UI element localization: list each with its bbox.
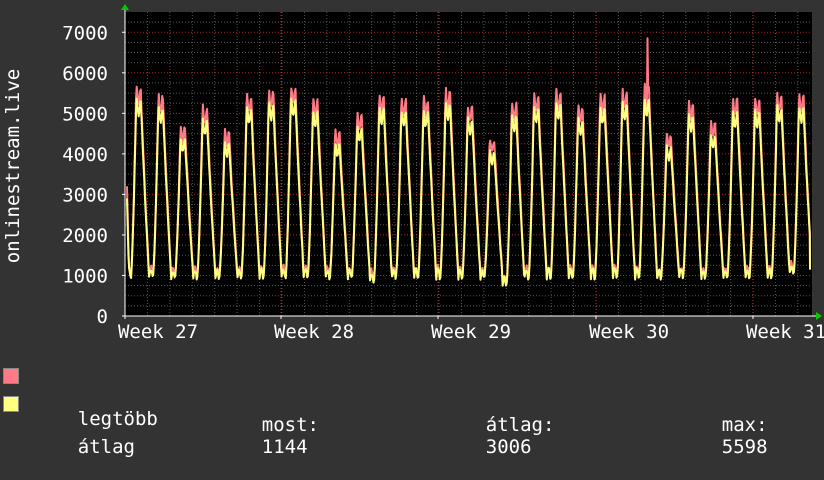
y-tick-label: 3000 [62,184,108,206]
y-tick-label: 6000 [62,63,108,85]
x-tick-label: Week 29 [431,321,511,343]
x-axis-arrow [816,312,822,320]
x-tick-label: Week 27 [118,321,198,343]
y-tick-label: 5000 [62,103,108,125]
y-tick-label: 1000 [62,265,108,287]
x-tick-label: Week 28 [274,321,354,343]
stat-max-value: 5598 [721,436,768,458]
y-axis-arrow [121,4,129,10]
y-tick-label: 7000 [62,22,108,44]
stat-now-value: 1144 [261,436,308,458]
y-tick-label: 2000 [62,225,108,247]
chart: 0 1000 2000 3000 4000 5000 6000 7000 Week 27 Week… [2,4,824,343]
legend-label-avg: átlag [77,436,135,458]
y-tick-label: 4000 [62,144,108,166]
y-tick-label: 0 [97,306,108,328]
x-tick-label: Week 30 [589,321,669,343]
x-tick-label: Week 31 [746,321,824,343]
y-axis-label: onlinestream.live [2,69,24,263]
stat-avg-value: 3006 [485,436,532,458]
